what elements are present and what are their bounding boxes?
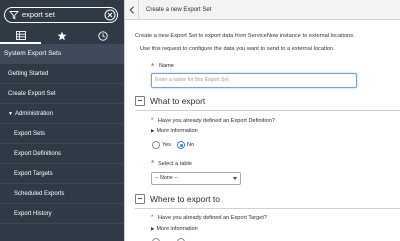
question-marker: * <box>151 215 154 221</box>
tab-favorites[interactable] <box>41 28 82 44</box>
select-table-label: Select a table <box>158 161 192 167</box>
caret-right-icon: ▶ <box>151 226 155 231</box>
module-administration[interactable]: ▼ Administration <box>0 104 124 124</box>
more-information-label: More information <box>156 128 198 134</box>
filter-input[interactable]: export set <box>4 7 118 23</box>
section-title-what-to-export: What to export <box>150 96 206 106</box>
module-export-sets[interactable]: Export Sets <box>0 124 124 144</box>
intro-subtext: Use this request to configure the data y… <box>140 46 335 52</box>
radio-yes-label[interactable]: Yes <box>162 142 171 148</box>
table-select[interactable]: -- None -- <box>151 172 241 185</box>
module-export-targets[interactable]: Export Targets <box>0 164 124 184</box>
section-divider <box>135 110 400 111</box>
collapse-where-to-export-button[interactable] <box>135 194 145 204</box>
module-administration-label: Administration <box>14 111 53 117</box>
radio-yes[interactable] <box>152 141 160 149</box>
intro-text: Create a new Export Set to export data f… <box>135 33 355 39</box>
question-marker: * <box>151 118 154 124</box>
clear-filter-icon[interactable] <box>104 9 116 21</box>
navigator-list: System Export Sets Getting Started Creat… <box>0 44 124 224</box>
title-bar: Create a new Export Set <box>125 0 400 20</box>
required-marker: * <box>151 62 155 71</box>
name-input[interactable]: Enter a name for this Export Set <box>151 73 357 88</box>
application-header[interactable]: System Export Sets <box>0 44 124 64</box>
navigator-panel: export set System Export Sets Getting St… <box>0 0 124 241</box>
menu-icon <box>15 30 26 40</box>
more-information-toggle[interactable]: ▶ More information <box>151 226 198 232</box>
filter-icon <box>9 11 19 20</box>
export-definition-question: Have you already defined an Export Defin… <box>158 118 275 124</box>
chevron-down-icon <box>233 177 237 180</box>
navigator-tabs <box>0 28 124 44</box>
name-label: Name <box>159 63 174 69</box>
tab-history[interactable] <box>83 28 124 44</box>
filter-input-value[interactable]: export set <box>22 10 55 20</box>
expand-triangle-icon: ▼ <box>8 111 13 117</box>
module-scheduled-exports[interactable]: Scheduled Exports <box>0 184 124 204</box>
tab-all-applications[interactable] <box>0 28 42 44</box>
export-target-question: Have you already defined an Export Targe… <box>158 215 268 221</box>
module-getting-started[interactable]: Getting Started <box>0 64 124 84</box>
back-button[interactable] <box>125 0 139 20</box>
more-information-label: More information <box>156 226 198 232</box>
module-create-export-set[interactable]: Create Export Set <box>0 84 124 104</box>
chevron-left-icon <box>129 5 134 14</box>
collapse-what-to-export-button[interactable] <box>135 96 145 106</box>
module-export-history[interactable]: Export History <box>0 204 124 224</box>
table-select-value: -- None -- <box>155 175 178 181</box>
page-title: Create a new Export Set <box>146 6 212 13</box>
module-export-definitions[interactable]: Export Definitions <box>0 144 124 164</box>
caret-right-icon: ▶ <box>151 128 155 133</box>
section-title-where-to-export: Where to export to <box>150 194 220 204</box>
main-content: Create a new Export Set Create a new Exp… <box>124 0 400 241</box>
section-divider <box>135 208 400 209</box>
more-information-toggle[interactable]: ▶ More information <box>151 128 198 134</box>
star-icon <box>57 31 67 41</box>
radio-no-label[interactable]: No <box>187 142 194 148</box>
clock-icon <box>98 31 108 41</box>
required-marker: * <box>151 159 155 168</box>
radio-no[interactable] <box>177 141 185 149</box>
filter-bar: export set <box>0 0 124 28</box>
